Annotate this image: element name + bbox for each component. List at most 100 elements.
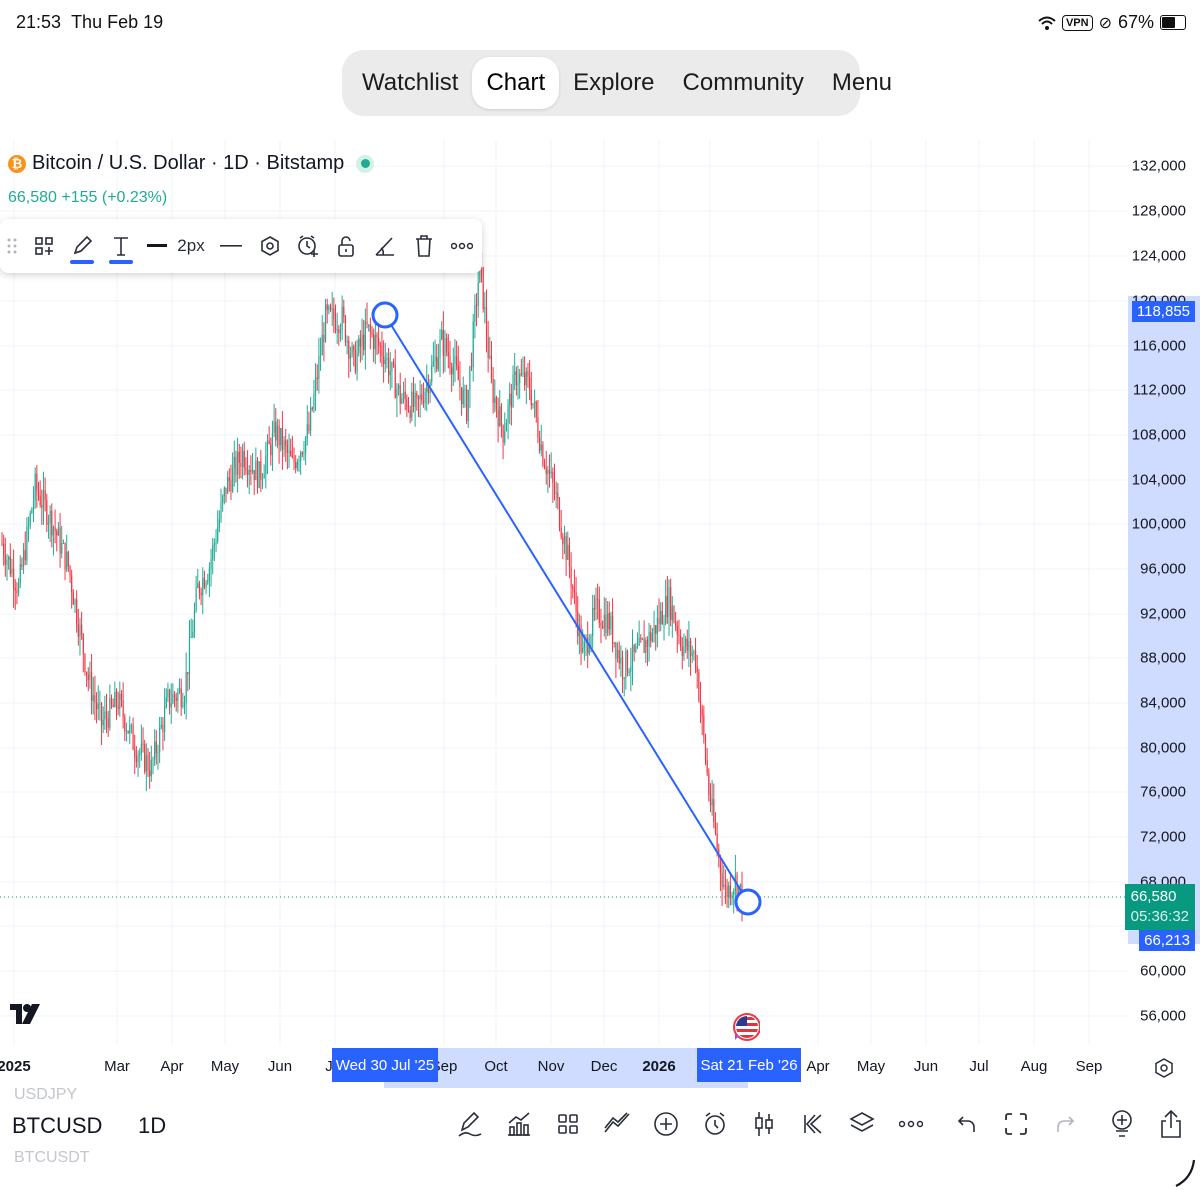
symbol-prev[interactable]: USDJPY xyxy=(14,1086,77,1104)
candle-body xyxy=(296,462,298,469)
trash-icon[interactable] xyxy=(408,219,440,273)
candle-body xyxy=(412,391,415,407)
tradingview-logo[interactable] xyxy=(10,1000,44,1031)
undo-icon[interactable] xyxy=(949,1106,985,1142)
share-icon[interactable] xyxy=(1153,1106,1189,1142)
candle-body xyxy=(27,524,30,527)
candle-body xyxy=(120,693,123,701)
candle-body xyxy=(651,633,654,642)
tab-watchlist[interactable]: Watchlist xyxy=(348,57,472,109)
candle-body xyxy=(681,647,683,657)
candle-body xyxy=(37,490,40,496)
pencil-icon[interactable] xyxy=(66,219,98,273)
angle-icon[interactable] xyxy=(369,219,401,273)
candle-body xyxy=(721,873,723,887)
candle-body xyxy=(4,555,6,565)
more-icon[interactable] xyxy=(446,219,478,273)
candle-body xyxy=(538,437,541,451)
redo-icon[interactable] xyxy=(1047,1106,1083,1142)
draw-icon[interactable] xyxy=(452,1106,488,1142)
layouts-icon[interactable] xyxy=(550,1106,586,1142)
price-axis-tick: 116,000 xyxy=(1132,337,1186,355)
candle-body xyxy=(670,587,672,620)
tab-explore[interactable]: Explore xyxy=(559,57,668,109)
candle-body xyxy=(278,425,280,446)
candles-icon[interactable] xyxy=(746,1106,782,1142)
candle-body xyxy=(135,756,137,763)
candle-body xyxy=(343,306,345,318)
candle-body xyxy=(134,749,136,757)
candle-body xyxy=(99,703,101,705)
candle-body xyxy=(363,334,365,350)
candle-body xyxy=(422,400,425,404)
candle-body xyxy=(222,496,224,503)
candle-body xyxy=(703,715,705,737)
candle-body xyxy=(346,340,348,343)
candle-body xyxy=(512,374,514,408)
candle-body xyxy=(149,770,151,777)
candle-body xyxy=(394,365,396,398)
lock-icon[interactable] xyxy=(330,219,362,273)
candle-body xyxy=(603,614,605,629)
tab-menu[interactable]: Menu xyxy=(818,57,906,109)
alert-clock-icon[interactable] xyxy=(697,1106,733,1142)
price-chart[interactable] xyxy=(0,140,1128,1045)
replay-icon[interactable] xyxy=(795,1106,831,1142)
candle-body xyxy=(255,460,257,480)
symbol-header[interactable]: ₿ Bitcoin / U.S. Dollar · 1D · Bitstamp xyxy=(8,152,375,175)
text-icon[interactable] xyxy=(105,219,137,273)
line-style-icon[interactable] xyxy=(216,219,246,273)
drawing-object-icon[interactable] xyxy=(254,219,286,273)
more-icon[interactable] xyxy=(893,1106,929,1142)
chart-settings-icon[interactable] xyxy=(1154,1058,1174,1083)
candle-body xyxy=(240,462,242,467)
candle-body xyxy=(192,632,194,638)
candle-body xyxy=(24,550,26,561)
add-icon[interactable] xyxy=(648,1106,684,1142)
candle-body xyxy=(626,650,629,673)
time-axis-tick: Nov xyxy=(537,1058,565,1075)
candle-body xyxy=(112,704,114,707)
vpn-badge: VPN xyxy=(1061,14,1093,31)
candle-body xyxy=(608,613,610,630)
candle-body xyxy=(716,833,718,850)
candle-body xyxy=(577,611,579,637)
candle-body xyxy=(105,711,108,719)
add-alert-icon[interactable] xyxy=(1104,1106,1140,1142)
candle-body xyxy=(424,391,426,404)
candle-body xyxy=(402,391,405,399)
layers-icon[interactable] xyxy=(844,1106,880,1142)
strategy-icon[interactable] xyxy=(599,1106,635,1142)
us-flag-event-icon[interactable] xyxy=(732,1012,761,1047)
time-axis-tick: Jun xyxy=(913,1058,939,1075)
candle-body xyxy=(44,490,46,501)
tab-community[interactable]: Community xyxy=(669,57,818,109)
symbol-selector[interactable]: BTCUSD xyxy=(12,1113,102,1139)
candle-body xyxy=(29,513,31,525)
tab-chart[interactable]: Chart xyxy=(472,57,560,109)
candle-body xyxy=(650,631,652,642)
fullscreen-icon[interactable] xyxy=(998,1106,1034,1142)
alert-icon[interactable] xyxy=(292,219,324,273)
candle-body xyxy=(172,694,174,704)
candle-body xyxy=(217,527,219,542)
line-width-selector[interactable]: 2px xyxy=(146,219,206,273)
candle-body xyxy=(621,657,624,679)
candle-body xyxy=(550,471,552,474)
interval-selector[interactable]: 1D xyxy=(138,1113,166,1139)
candle-body xyxy=(524,372,526,386)
candle-body xyxy=(97,703,99,710)
candle-body xyxy=(475,305,478,307)
candle-body xyxy=(570,566,572,587)
candle-body xyxy=(160,724,162,728)
candle-body xyxy=(348,340,350,359)
candle-body xyxy=(474,305,476,322)
candle-body xyxy=(568,544,571,567)
indicators-icon[interactable] xyxy=(501,1106,537,1142)
drag-handle-icon[interactable] xyxy=(2,219,22,273)
candle-body xyxy=(706,759,708,774)
candle-body xyxy=(464,389,466,391)
candle-body xyxy=(525,371,527,386)
objects-icon[interactable] xyxy=(28,219,60,273)
symbol-next[interactable]: BTCUSDT xyxy=(14,1149,90,1167)
